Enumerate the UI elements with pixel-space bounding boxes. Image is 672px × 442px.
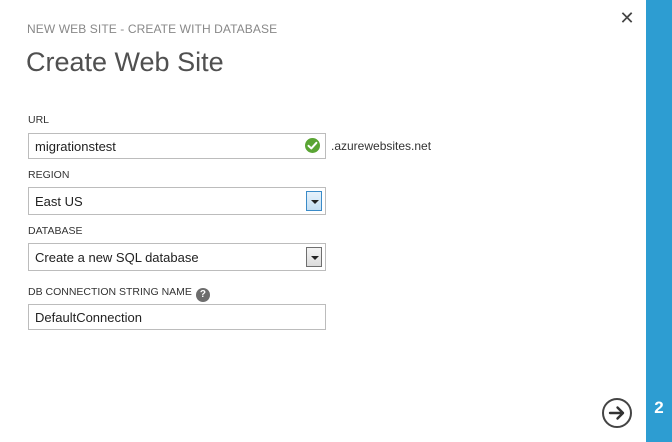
step-number: 2 <box>654 398 664 417</box>
region-select-value: East US <box>35 194 83 209</box>
database-select-value: Create a new SQL database <box>35 250 199 265</box>
region-label: REGION <box>28 169 70 181</box>
url-domain-suffix: .azurewebsites.net <box>331 139 432 153</box>
url-label: URL <box>28 114 50 126</box>
dialog-title: Create Web Site <box>26 47 224 77</box>
check-circle-icon <box>305 138 320 153</box>
next-button[interactable] <box>602 398 632 428</box>
region-select[interactable]: East US <box>28 187 326 215</box>
create-website-dialog: ✕ NEW WEB SITE - CREATE WITH DATABASE Cr… <box>0 0 646 442</box>
url-input[interactable] <box>28 133 326 159</box>
database-label: DATABASE <box>28 225 83 237</box>
wizard-step-rail: 2 <box>646 0 672 442</box>
db-connection-input[interactable] <box>28 304 326 330</box>
db-connection-label: DB CONNECTION STRING NAME? <box>28 286 210 302</box>
chevron-down-icon[interactable] <box>306 191 322 211</box>
close-icon[interactable]: ✕ <box>617 8 637 28</box>
chevron-down-icon[interactable] <box>306 247 322 267</box>
db-connection-label-text: DB CONNECTION STRING NAME <box>28 286 192 298</box>
database-select[interactable]: Create a new SQL database <box>28 243 326 271</box>
dialog-subtitle: NEW WEB SITE - CREATE WITH DATABASE <box>27 22 278 36</box>
help-icon[interactable]: ? <box>195 288 210 302</box>
